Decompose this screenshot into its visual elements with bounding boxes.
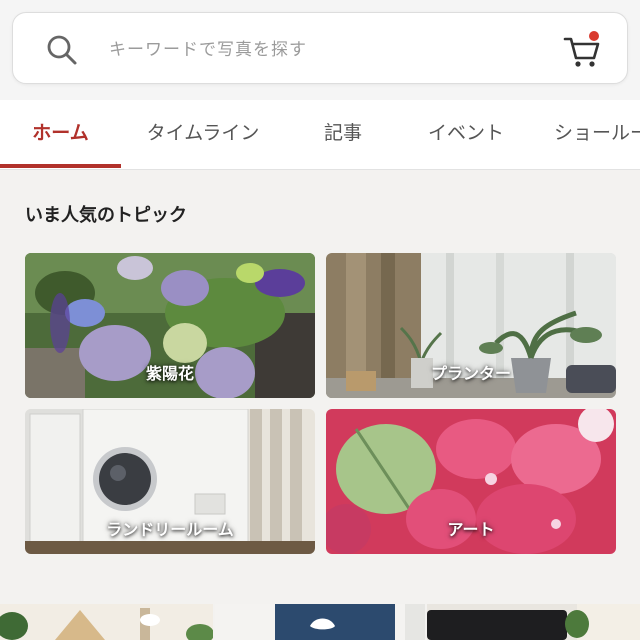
tab-showroom[interactable]: ショールー xyxy=(540,100,640,168)
section-title: いま人気のトピック xyxy=(25,205,187,226)
photo-thumb-image xyxy=(215,604,425,640)
topic-card-label: アート xyxy=(447,520,495,539)
topic-card-label: 紫陽花 xyxy=(145,364,194,383)
tab-home[interactable]: ホーム xyxy=(0,100,121,168)
header: キーワードで写真を探す xyxy=(0,0,640,100)
topic-card-hydrangea[interactable]: 紫陽花 xyxy=(25,253,315,398)
search-bar[interactable]: キーワードで写真を探す xyxy=(12,12,628,84)
tab-events[interactable]: イベント xyxy=(410,100,522,168)
search-icon[interactable] xyxy=(45,33,79,67)
cart-badge xyxy=(589,31,599,41)
search-input[interactable]: キーワードで写真を探す xyxy=(109,37,307,63)
topic-card-label: プランター xyxy=(430,364,511,383)
topic-card-art[interactable]: アート xyxy=(326,409,616,554)
topic-card-planter[interactable]: プランター xyxy=(326,253,616,398)
active-tab-indicator xyxy=(0,164,121,168)
topic-card-label: ランドリールーム xyxy=(106,520,234,539)
tab-timeline[interactable]: タイムライン xyxy=(133,100,273,168)
photo-thumb[interactable] xyxy=(215,604,425,640)
photo-thumb-image xyxy=(427,604,640,640)
photo-thumb-image xyxy=(0,604,213,640)
topic-card-laundry[interactable]: ランドリールーム xyxy=(25,409,315,554)
photo-thumb[interactable] xyxy=(0,604,213,640)
tab-bar: ホーム タイムライン 記事 イベント ショールー xyxy=(0,100,640,170)
photo-thumb[interactable] xyxy=(427,604,640,640)
tab-articles[interactable]: 記事 xyxy=(300,100,386,168)
